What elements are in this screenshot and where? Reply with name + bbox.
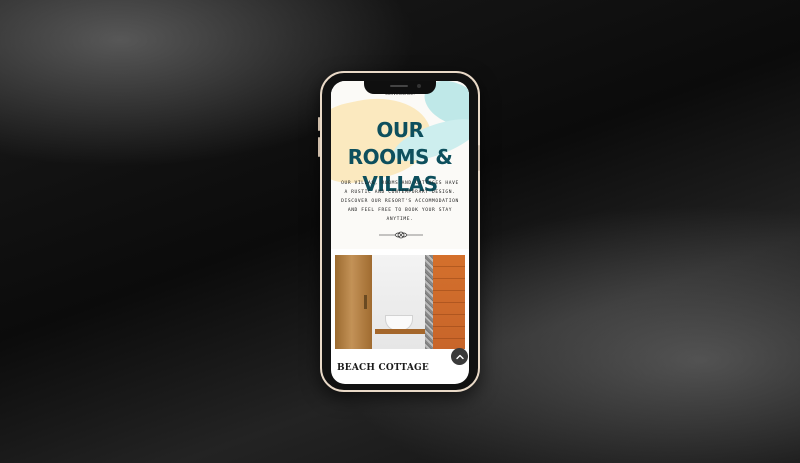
phone-mockup: more … at your convenience. OUR ROOMS & … [318,71,480,392]
orange-tile-wall [433,255,465,349]
camera-icon [417,84,421,88]
bathroom-wall [372,255,427,349]
stone-wall-strip [425,255,433,349]
chevron-up-icon [455,354,464,359]
wooden-door-image [335,255,372,349]
phone-notch [364,81,436,94]
phone-screen[interactable]: more … at your convenience. OUR ROOMS & … [331,81,469,384]
room-photo[interactable] [335,255,465,349]
scroll-to-top-button[interactable] [451,348,468,365]
speaker-grille [390,85,408,87]
section-description: OUR VILLAS, ROOMS AND COTTAGES HAVE A RU… [341,181,459,222]
hero-section: more … at your convenience. OUR ROOMS & … [331,81,469,249]
wooden-counter [375,329,425,334]
phone-side-button-left-2 [318,137,320,157]
ornament-divider-icon [379,231,423,239]
phone-side-button-right [478,145,480,171]
phone-side-button-left [318,117,320,131]
room-card-title[interactable]: BEACH COTTAGE [337,363,429,373]
door-handle [364,295,367,309]
